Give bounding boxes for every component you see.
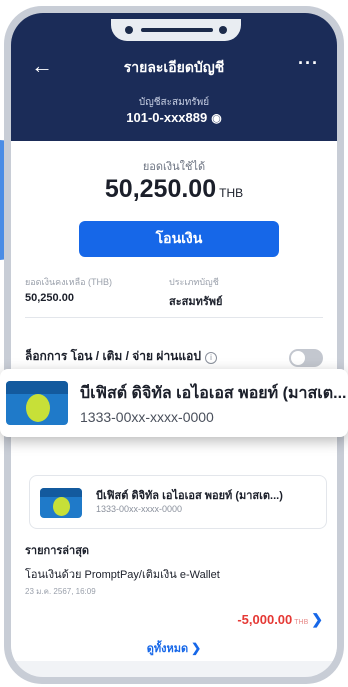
card-thumbnail — [40, 488, 82, 518]
popup-card-number: 1333-00xx-xxxx-0000 — [80, 409, 214, 425]
eye-icon[interactable]: ◉ — [211, 111, 221, 125]
phone-screen: ← รายละเอียดบัญชี ··· บัญชีสะสมทรัพย์ 10… — [11, 13, 337, 677]
remaining-balance-value: 50,250.00 — [25, 292, 74, 304]
account-type-info: ประเภทบัญชี สะสมทรัพย์ — [169, 275, 222, 310]
lock-transactions-row: ล็อกการ โอน / เติม / จ่าย ผ่านแอป i — [25, 347, 217, 366]
card-mascot — [53, 497, 70, 516]
linked-card-number: 1333-00xx-xxxx-0000 — [96, 504, 183, 514]
card-thumbnail — [6, 381, 68, 425]
toggle-knob — [291, 351, 305, 365]
card-strip — [40, 488, 82, 497]
lock-label: ล็อกการ โอน / เติม / จ่าย ผ่านแอป — [25, 349, 201, 363]
info-icon[interactable]: i — [204, 352, 217, 364]
available-balance-label: ยอดเงินใช้ได้ — [142, 161, 206, 173]
available-balance: 50,250.00 THB — [11, 175, 337, 204]
page-title: รายละเอียดบัญชี — [123, 59, 225, 75]
card-strip — [6, 381, 68, 395]
linked-card-name: บีเฟิสต์ ดิจิทัล เอไอเอส พอยท์ (มาสเต...… — [96, 490, 283, 502]
currency-label: THB — [219, 186, 244, 200]
transaction-amount[interactable]: -5,000.00 THB ❯ — [237, 611, 323, 628]
camera-dot — [125, 26, 133, 34]
phone-frame: ← รายละเอียดบัญชี ··· บัญชีสะสมทรัพย์ 10… — [4, 6, 344, 684]
account-type-value: สะสมทรัพย์ — [169, 296, 223, 308]
speaker-bar — [141, 28, 213, 32]
remaining-balance-label: ยอดเงินคงเหลือ (THB) — [25, 277, 112, 287]
sensor-dot — [219, 26, 227, 34]
see-all-link[interactable]: ดูทั้งหมด ❯ — [11, 639, 337, 657]
account-number: 101-0-xxx889 — [126, 110, 208, 125]
chevron-right-icon: ❯ — [191, 641, 202, 655]
card-popup[interactable]: บีเฟิสต์ ดิจิทัล เอไอเอส พอยท์ (มาสเต...… — [0, 369, 348, 437]
transaction-description: โอนเงินด้วย PromptPay/เติมเงิน e-Wallet — [25, 569, 220, 581]
screenshot-stage: ← รายละเอียดบัญชี ··· บัญชีสะสมทรัพย์ 10… — [0, 0, 348, 687]
lock-toggle[interactable] — [289, 349, 323, 367]
account-type-label: ประเภทบัญชี — [169, 277, 219, 287]
transaction-amount-value: -5,000.00 — [237, 612, 293, 627]
card-mascot — [26, 394, 50, 422]
phone-notch — [111, 19, 241, 41]
transaction-date: 23 ม.ค. 2567, 16:09 — [25, 587, 96, 596]
remaining-balance: ยอดเงินคงเหลือ (THB) 50,250.00 — [25, 275, 112, 304]
transaction-currency: THB — [294, 619, 309, 626]
see-all-label: ดูทั้งหมด — [146, 643, 189, 655]
transfer-button[interactable]: โอนเงิน — [79, 221, 279, 257]
available-amount: 50,250.00 — [104, 175, 217, 203]
chevron-right-icon: ❯ — [311, 611, 323, 627]
divider — [25, 317, 323, 318]
more-dots-icon[interactable]: ··· — [298, 53, 319, 74]
linked-card-item[interactable]: บีเฟิสต์ ดิจิทัล เอไอเอส พอยท์ (มาสเต...… — [29, 475, 327, 529]
account-number-row: 101-0-xxx889 ◉ — [11, 110, 337, 125]
recent-transactions-title: รายการล่าสุด — [25, 545, 90, 557]
popup-card-name: บีเฟิสต์ ดิจิทัล เอไอเอส พอยท์ (มาสเต... — [80, 385, 347, 402]
account-type: บัญชีสะสมทรัพย์ — [138, 97, 210, 108]
